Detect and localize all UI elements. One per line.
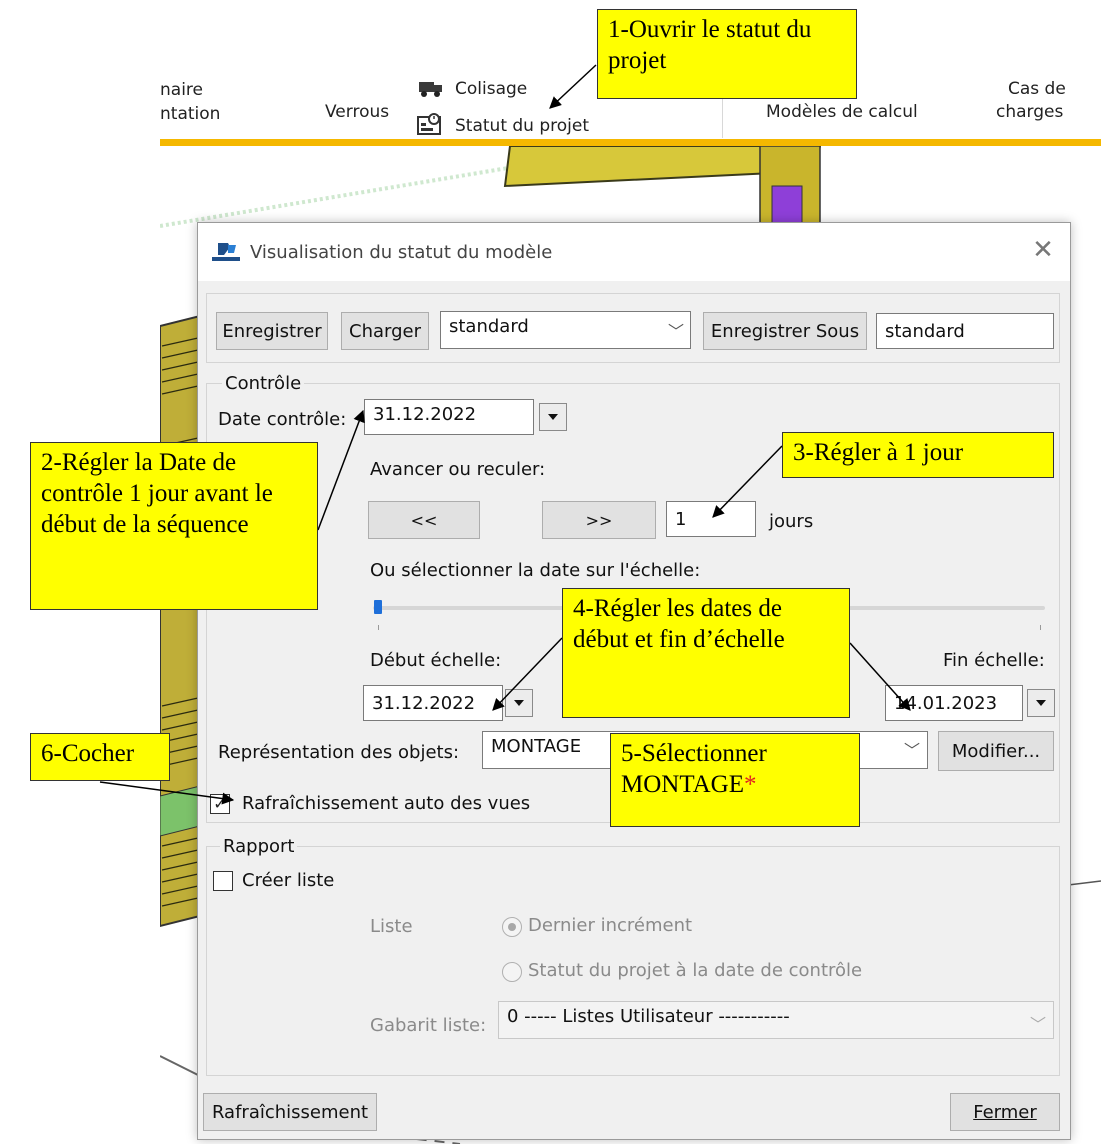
callout-4: 4-Régler les dates de début et fin d’éch…: [562, 588, 850, 718]
dialog-titlebar[interactable]: Visualisation du statut du modèle ✕: [198, 223, 1070, 281]
fin-echelle-dropdown-arrow[interactable]: [1027, 689, 1055, 717]
radio-statut-date-controle[interactable]: [502, 962, 522, 982]
preset-select-value: standard: [449, 316, 529, 337]
slider-thumb[interactable]: [374, 600, 382, 614]
date-controle-dropdown-arrow[interactable]: [539, 403, 567, 431]
chevron-down-icon[interactable]: ﹀: [668, 318, 684, 342]
forward-day-button[interactable]: >>: [542, 501, 656, 539]
debut-echelle-input[interactable]: 31.12.2022: [363, 685, 503, 721]
gabarit-liste-label: Gabarit liste:: [370, 1015, 487, 1036]
avancer-reculer-label: Avancer ou reculer:: [370, 459, 546, 480]
chevron-down-icon[interactable]: ﹀: [1030, 1011, 1046, 1035]
representation-select-value: MONTAGE: [491, 736, 582, 757]
ribbon-verrous[interactable]: Verrous: [325, 102, 389, 122]
gabarit-liste-select[interactable]: 0 ----- Listes Utilisateur -----------: [498, 1001, 1054, 1039]
representation-label: Représentation des objets:: [218, 742, 460, 763]
fin-echelle-input[interactable]: 14.01.2023: [885, 685, 1023, 721]
ribbon-statut-du-projet[interactable]: Statut du projet: [455, 116, 589, 136]
ribbon-accent-line: [160, 139, 1101, 146]
liste-label: Liste: [370, 916, 413, 937]
radio-statut-date-controle-label: Statut du projet à la date de contrôle: [528, 960, 863, 981]
close-icon[interactable]: ✕: [1026, 233, 1060, 267]
chevron-down-icon[interactable]: ﹀: [904, 737, 920, 761]
debut-echelle-label: Début échelle:: [370, 650, 502, 671]
auto-refresh-checkbox[interactable]: ✓: [210, 794, 230, 814]
dialog-title: Visualisation du statut du modèle: [250, 242, 553, 263]
ribbon-colisage[interactable]: Colisage: [455, 79, 527, 99]
close-button[interactable]: Fermer: [950, 1093, 1060, 1131]
radio-dernier-increment[interactable]: [502, 917, 522, 937]
save-as-name-input[interactable]: standard: [876, 313, 1054, 349]
radio-selected-dot: [508, 923, 516, 931]
scale-select-label: Ou sélectionner la date sur l'échelle:: [370, 560, 701, 581]
ribbon-item-partial-line2[interactable]: ntation: [160, 104, 220, 124]
preset-select[interactable]: standard: [440, 311, 691, 349]
callout-1: 1-Ouvrir le statut du projet: [597, 9, 857, 99]
date-controle-label: Date contrôle:: [218, 409, 347, 430]
rapport-group-label: Rapport: [220, 836, 298, 857]
ribbon-cas-de-charges-line1[interactable]: Cas de: [1008, 79, 1066, 99]
gabarit-liste-value: 0 ----- Listes Utilisateur -----------: [507, 1006, 790, 1027]
callout-6: 6-Cocher: [30, 733, 170, 781]
date-controle-input[interactable]: 31.12.2022: [364, 399, 534, 435]
auto-refresh-label: Rafraîchissement auto des vues: [242, 793, 531, 814]
refresh-button[interactable]: Rafraîchissement: [203, 1093, 377, 1131]
callout-3: 3-Régler à 1 jour: [782, 432, 1054, 478]
save-as-button[interactable]: Enregistrer Sous: [703, 312, 867, 350]
radio-dernier-increment-label: Dernier incrément: [528, 915, 693, 936]
create-list-label: Créer liste: [242, 870, 335, 891]
ribbon-cas-de-charges-line2[interactable]: charges: [996, 102, 1063, 122]
load-button[interactable]: Charger: [341, 312, 429, 350]
create-list-checkbox[interactable]: [213, 871, 233, 891]
ribbon-modeles-de-calcul[interactable]: Modèles de calcul: [766, 102, 918, 122]
back-day-button[interactable]: <<: [368, 501, 480, 539]
app-icon: [212, 241, 240, 267]
slider-tick-start: [378, 625, 379, 630]
days-unit-label: jours: [769, 511, 814, 532]
controle-group-label: Contrôle: [222, 373, 305, 394]
debut-echelle-dropdown-arrow[interactable]: [505, 689, 533, 717]
truck-icon: [418, 80, 444, 103]
callout-2: 2-Régler la Date de contrôle 1 jour avan…: [30, 442, 318, 610]
callout-5-star: *: [744, 771, 757, 798]
ribbon-item-partial-line1[interactable]: naire: [160, 80, 203, 100]
modifier-button[interactable]: Modifier...: [938, 731, 1054, 771]
save-button[interactable]: Enregistrer: [216, 312, 328, 350]
callout-5: 5-Sélectionner MONTAGE*: [610, 733, 860, 827]
project-status-icon: [417, 112, 443, 141]
slider-tick-end: [1040, 625, 1041, 630]
days-input[interactable]: 1: [666, 501, 756, 537]
fin-echelle-label: Fin échelle:: [943, 650, 1045, 671]
